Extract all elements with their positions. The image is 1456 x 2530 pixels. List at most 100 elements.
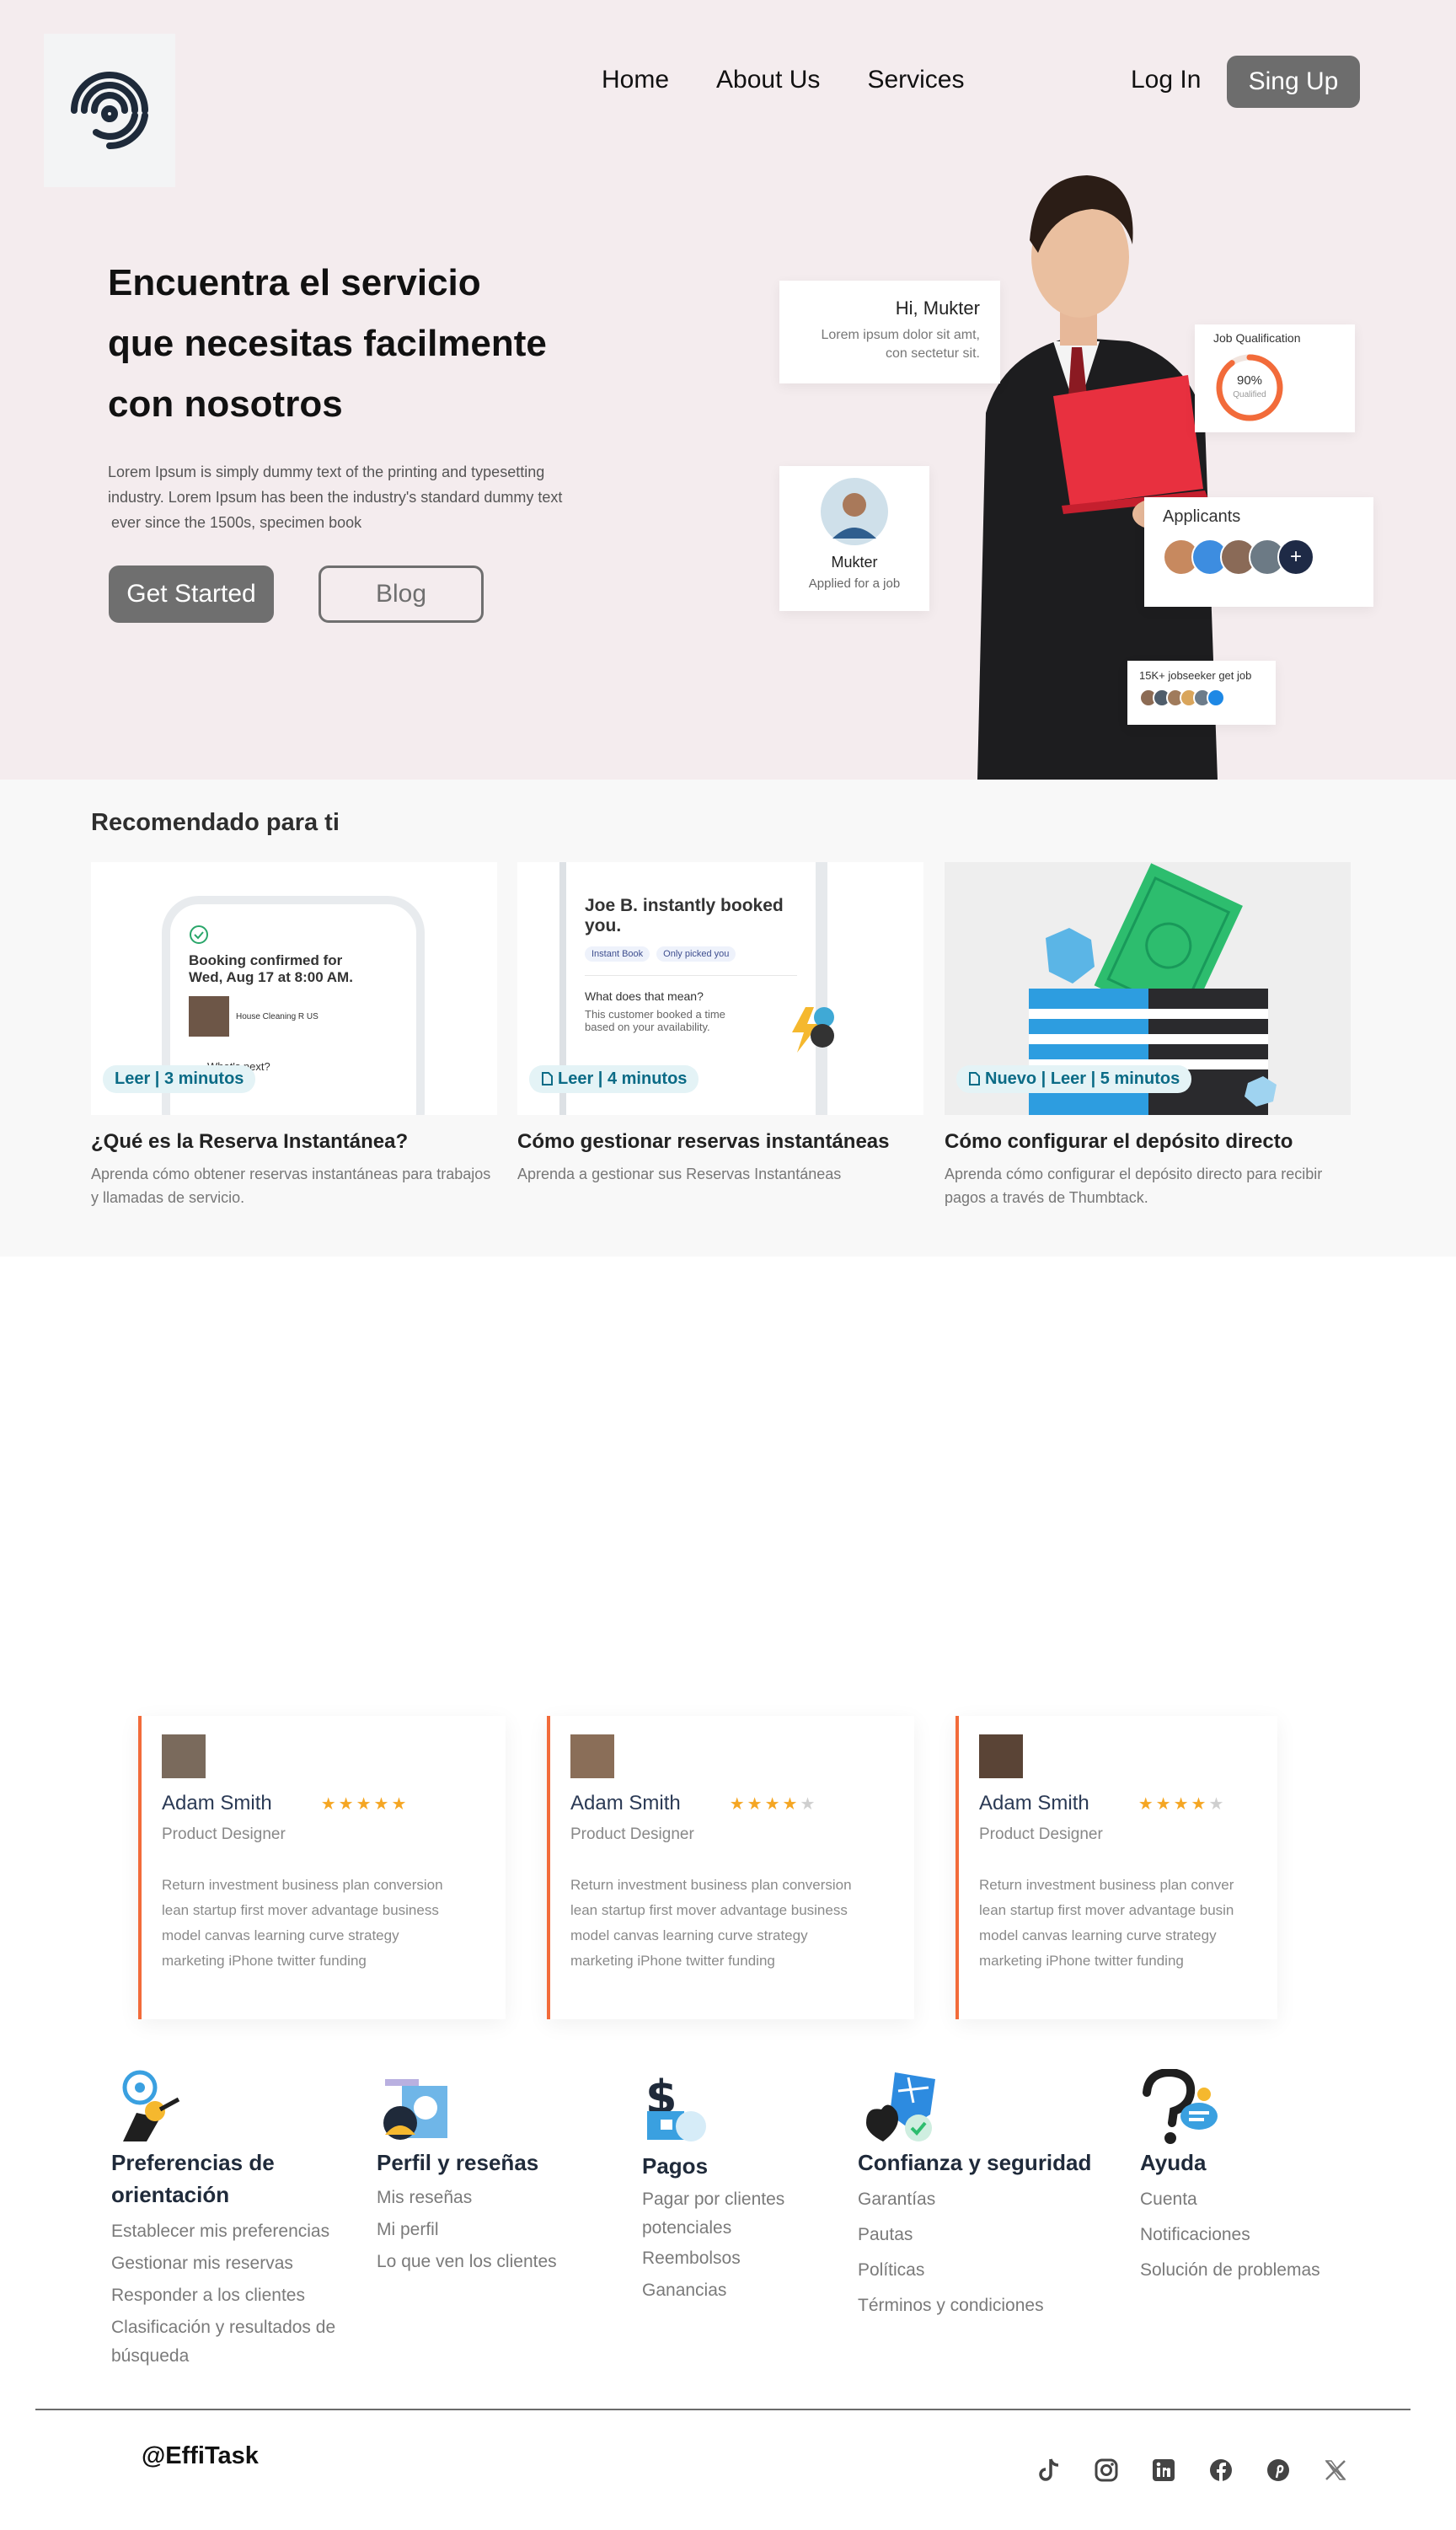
review-line: Return investment business plan conversi… — [162, 1877, 443, 1893]
footer-link[interactable]: Mi perfil — [377, 2214, 557, 2246]
testimonial-card: Adam Smith ★★★★★ Product Designer Return … — [547, 1716, 914, 2019]
blog-button[interactable]: Blog — [318, 565, 484, 623]
profile-reviews-icon — [377, 2069, 461, 2147]
avatar — [162, 1734, 206, 1778]
footer-column-title: Ayuda — [1140, 2150, 1207, 2175]
nav-services-link[interactable]: Services — [867, 66, 964, 94]
reviewer-role: Product Designer — [979, 1825, 1103, 1843]
star-icon: ★ — [391, 1794, 410, 1814]
footer-link[interactable]: búsqueda — [111, 2340, 335, 2372]
check-circle-icon — [190, 925, 208, 944]
hero-section: Home About Us Services Log In Sing Up En… — [0, 0, 1456, 780]
instagram-icon[interactable] — [1092, 2456, 1121, 2484]
linkedin-icon[interactable] — [1149, 2456, 1178, 2484]
star-icon: ★ — [729, 1794, 747, 1814]
footer-link[interactable]: Ganancias — [642, 2275, 784, 2307]
reviewer-name: Adam Smith — [162, 1792, 272, 1814]
hero-title-line: Encuentra el servicio — [108, 262, 481, 303]
signup-button[interactable]: Sing Up — [1227, 56, 1360, 108]
avatar — [570, 1734, 614, 1778]
nav-home-link[interactable]: Home — [602, 66, 669, 94]
picked-pill: Only picked you — [656, 946, 736, 962]
pinterest-icon[interactable] — [1264, 2456, 1293, 2484]
greeting-title: Hi, Mukter — [895, 297, 980, 319]
brand-handle[interactable]: @EffiTask — [142, 2442, 259, 2470]
help-question-icon — [1140, 2067, 1224, 2147]
info-text: This customer booked a time — [585, 1008, 725, 1021]
review-line: model canvas learning curve strategy — [570, 1927, 808, 1943]
article-card[interactable]: Joe B. instantly booked you. Instant Boo… — [517, 862, 923, 1186]
review-line: marketing iPhone twitter funding — [162, 1953, 367, 1969]
footer-column-payments: $ Pagos Pagar por clientes potenciales R… — [642, 2069, 784, 2307]
footer-link[interactable]: Lo que ven los clientes — [377, 2246, 557, 2278]
article-title[interactable]: ¿Qué es la Reserva Instantánea? — [91, 1130, 497, 1154]
reviewer-name: Adam Smith — [979, 1792, 1089, 1814]
star-icon: ★ — [1208, 1794, 1227, 1814]
footer-link[interactable]: Solución de problemas — [1140, 2253, 1320, 2288]
applicant-card: Mukter Applied for a job — [779, 466, 929, 611]
article-title[interactable]: Cómo gestionar reservas instantáneas — [517, 1130, 923, 1154]
get-started-button[interactable]: Get Started — [109, 565, 274, 623]
article-image: Nuevo | Leer | 5 minutos — [945, 862, 1351, 1115]
article-card[interactable]: Booking confirmed for Wed, Aug 17 at 8:0… — [91, 862, 497, 1209]
hero-title: Encuentra el servicio que necesitas faci… — [108, 253, 647, 435]
star-icon: ★ — [764, 1794, 783, 1814]
booking-line: Joe B. instantly booked — [585, 896, 784, 915]
reviewer-name: Adam Smith — [570, 1792, 681, 1814]
hero-desc-line: Lorem Ipsum is simply dummy text of the … — [108, 464, 545, 480]
hero-title-line: que necesitas facilmente — [108, 323, 547, 364]
login-link[interactable]: Log In — [1131, 66, 1201, 94]
testimonial-card: Adam Smith ★★★★★ Product Designer Return … — [956, 1716, 1277, 2019]
footer-link[interactable]: Garantías — [858, 2182, 1091, 2217]
booking-line: Wed, Aug 17 at 8:00 AM. — [189, 969, 353, 985]
document-icon — [542, 1072, 553, 1085]
star-icon: ★ — [1173, 1794, 1191, 1814]
compass-person-icon — [111, 2069, 195, 2147]
job-qualification-card: Job Qualification 90% Qualified — [1195, 324, 1355, 432]
document-icon — [969, 1072, 980, 1085]
star-icon: ★ — [373, 1794, 392, 1814]
footer-link[interactable]: Gestionar mis reservas — [111, 2248, 335, 2280]
footer-link[interactable]: Políticas — [858, 2253, 1091, 2288]
testimonial-card: Adam Smith ★★★★★ Product Designer Return … — [138, 1716, 506, 2019]
main-nav: Home About Us Services — [602, 66, 964, 94]
footer-link[interactable]: Pagar por clientes — [642, 2185, 784, 2214]
footer-column-title: orientación — [111, 2182, 230, 2207]
footer-link[interactable]: Notificaciones — [1140, 2217, 1320, 2253]
article-description: Aprenda cómo obtener reservas instantáne… — [91, 1166, 491, 1206]
social-links — [1035, 2456, 1350, 2484]
applicants-card: Applicants + — [1144, 497, 1373, 607]
footer-link[interactable]: Responder a los clientes — [111, 2280, 335, 2312]
read-time-badge: Leer | 4 minutos — [529, 1065, 699, 1093]
footer-link[interactable]: Establecer mis preferencias — [111, 2216, 335, 2248]
tiktok-icon[interactable] — [1035, 2456, 1063, 2484]
hero-illustration: Hi, Mukter Lorem ipsum dolor sit amt, co… — [775, 160, 1382, 780]
hero-title-line: con nosotros — [108, 383, 343, 425]
footer-link[interactable]: Clasificación y resultados de — [111, 2312, 335, 2344]
rating-stars: ★★★★★ — [1138, 1793, 1227, 1814]
footer-link[interactable]: Cuenta — [1140, 2182, 1320, 2217]
footer-column-title: Preferencias de — [111, 2150, 275, 2175]
footer-link[interactable]: potenciales — [642, 2214, 784, 2243]
logo[interactable] — [44, 34, 175, 187]
facebook-icon[interactable] — [1207, 2456, 1235, 2484]
add-applicant-icon[interactable]: + — [1277, 539, 1314, 576]
footer-column-preferences: Preferencias de orientación Establecer m… — [111, 2069, 335, 2372]
plus-icon — [1207, 689, 1225, 707]
article-title[interactable]: Cómo configurar el depósito directo — [945, 1130, 1351, 1154]
applicant-status: Applied for a job — [808, 576, 901, 591]
info-heading: What does that mean? — [585, 989, 704, 1003]
jobseeker-text: 15K+ jobseeker get job — [1139, 669, 1252, 682]
article-card[interactable]: Nuevo | Leer | 5 minutos Cómo configurar… — [945, 862, 1351, 1209]
footer-link[interactable]: Reembolsos — [642, 2243, 784, 2275]
footer-link[interactable]: Mis reseñas — [377, 2182, 557, 2214]
qualification-label: Qualified — [1233, 390, 1266, 399]
review-line: Return investment business plan conver — [979, 1877, 1234, 1893]
jobseeker-card: 15K+ jobseeker get job — [1127, 661, 1276, 725]
footer-link[interactable]: Términos y condiciones — [858, 2288, 1091, 2324]
footer-link[interactable]: Pautas — [858, 2217, 1091, 2253]
nav-about-link[interactable]: About Us — [716, 66, 820, 94]
article-description: Aprenda cómo configurar el depósito dire… — [945, 1166, 1323, 1206]
review-text: Return investment business plan conver l… — [979, 1873, 1257, 1974]
x-icon[interactable] — [1321, 2456, 1350, 2484]
